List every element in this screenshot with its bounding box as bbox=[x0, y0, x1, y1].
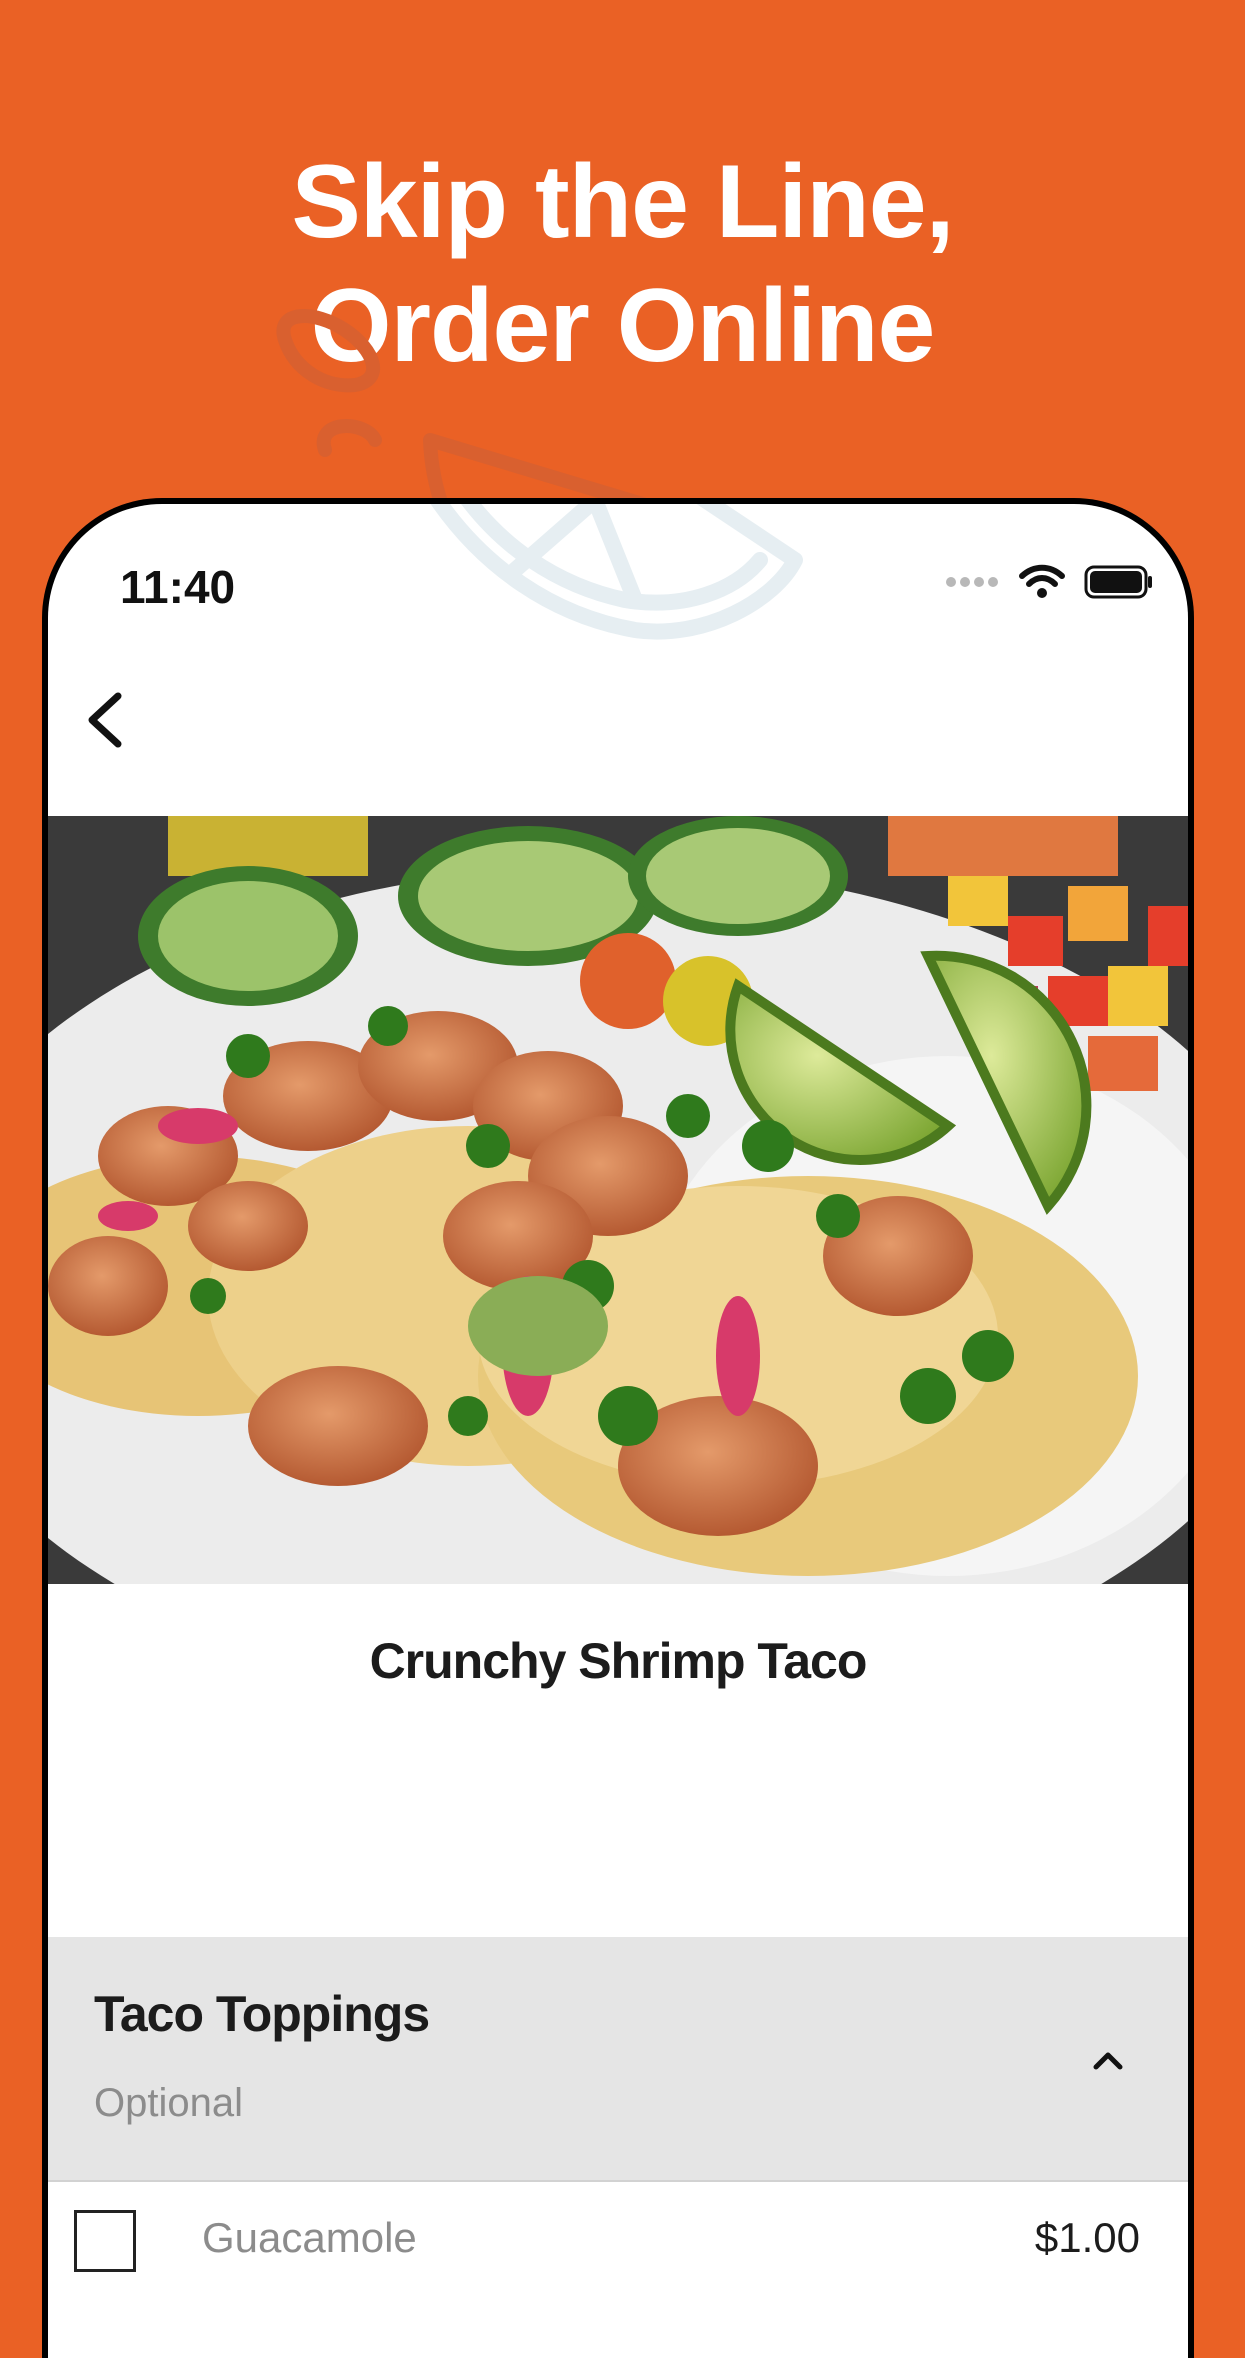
back-chevron-icon[interactable] bbox=[68, 680, 148, 760]
lemon-slice-watermark bbox=[430, 504, 803, 640]
status-time: 11:40 bbox=[120, 561, 236, 613]
battery-icon bbox=[1084, 565, 1152, 599]
modifier-group-subtitle: Optional bbox=[94, 2081, 243, 2125]
modifier-group-title: Taco Toppings bbox=[94, 1986, 430, 2042]
option-price: $1.00 bbox=[1034, 2214, 1140, 2261]
promo-headline-line-1: Skip the Line, bbox=[291, 144, 954, 260]
modifier-group-header[interactable]: Taco Toppings Optional bbox=[48, 1937, 1188, 2182]
wifi-icon bbox=[1019, 564, 1065, 598]
option-checkbox[interactable] bbox=[74, 2210, 136, 2272]
item-photo bbox=[48, 816, 1188, 1584]
signal-dots-icon bbox=[946, 577, 998, 587]
chevron-up-icon[interactable] bbox=[1084, 2037, 1132, 2085]
option-label: Guacamole bbox=[202, 2214, 417, 2261]
status-icons bbox=[946, 564, 1154, 600]
phone-screen: 11:40 Crunchy Shrimp Taco Taco Toppings … bbox=[48, 504, 1188, 2358]
modifier-option-row[interactable]: Guacamole $1.00 bbox=[48, 2182, 1188, 2312]
phone-frame: 11:40 Crunchy Shrimp Taco Taco Toppings … bbox=[42, 498, 1194, 2358]
item-name: Crunchy Shrimp Taco bbox=[369, 1633, 868, 1689]
